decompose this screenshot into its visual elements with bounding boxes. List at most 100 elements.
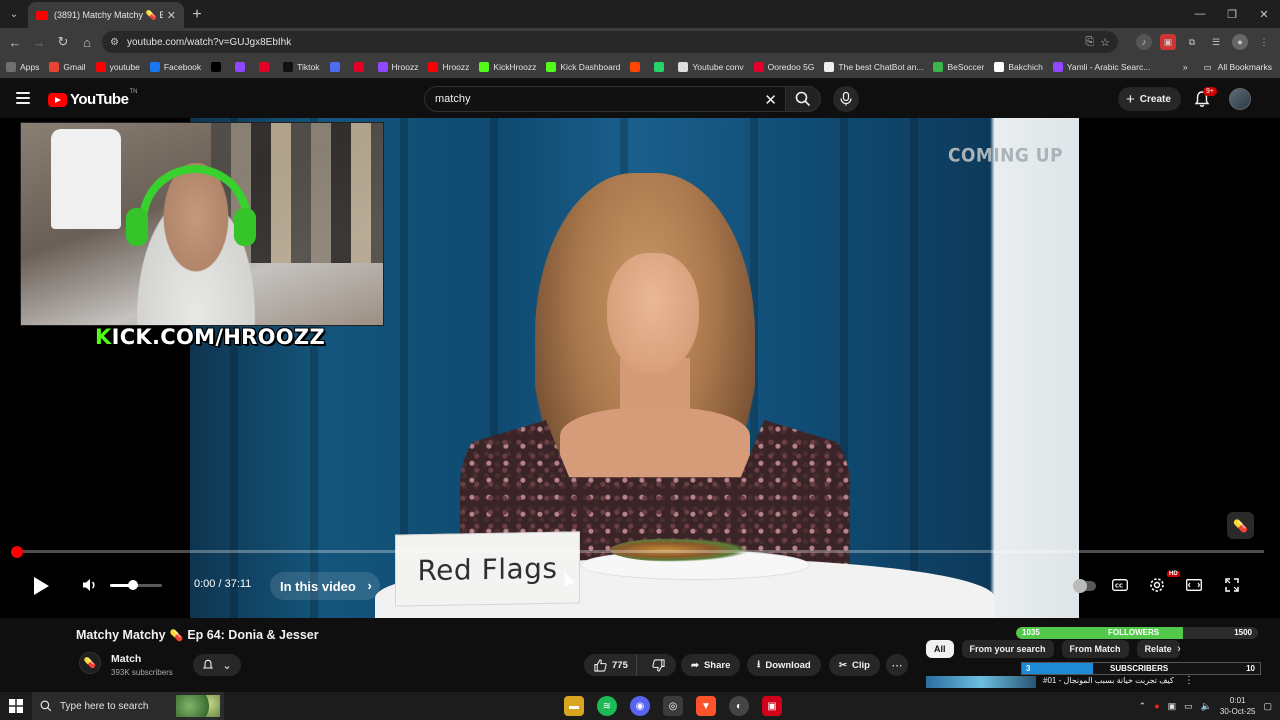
back-icon[interactable]: ← [3,30,27,54]
recommended-title[interactable]: #01 - كيف تجربت خيانة بسبب المونجال [1043,676,1174,685]
search-query[interactable]: matchy [435,93,470,105]
search-input[interactable]: matchy ✕ [424,86,786,112]
bookmark-item[interactable]: Hroozz [377,62,418,72]
extension-music-icon[interactable]: ♪ [1136,34,1152,50]
address-bar[interactable]: ⚙ youtube.com/watch?v=GUJgx8EbIhk ⎘ ☆ [102,31,1118,53]
chips-next-icon[interactable]: › [1170,640,1188,658]
tray-app-icon[interactable]: ▣ [1168,701,1177,712]
chrome-menu-icon[interactable]: ⋮ [1256,34,1272,50]
theater-mode-icon[interactable] [1185,576,1203,594]
bookmark-item[interactable]: Hroozz [428,62,469,72]
reload-icon[interactable]: ↻ [51,30,75,54]
channel-name[interactable]: Match [111,653,141,665]
taskbar-search[interactable]: Type here to search [32,692,224,720]
install-app-icon[interactable]: ⎘ [1085,36,1094,49]
bookmark-item[interactable]: youtube [95,62,140,72]
dislike-button[interactable] [642,658,675,672]
autoplay-toggle[interactable] [1073,579,1096,593]
profile-icon[interactable]: ● [1232,34,1248,50]
bookmark-item[interactable] [211,62,225,72]
file-explorer-icon[interactable]: ▬ [564,696,584,716]
bookmark-item[interactable]: Facebook [149,62,201,72]
url-text[interactable]: youtube.com/watch?v=GUJgx8EbIhk [127,37,291,48]
recommended-video[interactable]: #01 - كيف تجربت خيانة بسبب المونجال ⋮ [926,675,1256,688]
recommended-thumbnail[interactable] [926,676,1036,688]
youtube-logo[interactable]: YouTube TN [48,89,137,108]
channel-watermark-icon[interactable]: 💊 [1227,512,1254,539]
new-tab-button[interactable]: + [184,2,210,28]
bookmark-item[interactable]: Ooredoo 5G [753,62,814,72]
chip-from-match[interactable]: From Match [1061,640,1129,658]
bookmark-item[interactable]: Kick Dashboard [546,62,620,72]
chrome-icon[interactable]: ◎ [663,696,683,716]
play-button[interactable] [28,573,54,599]
discord-icon[interactable]: ◉ [630,696,650,716]
close-window-icon[interactable]: ✕ [1248,0,1280,28]
more-actions-icon[interactable]: ⋯ [886,654,908,676]
voice-search-button[interactable] [833,86,859,112]
create-button[interactable]: + Create [1118,87,1181,111]
restore-icon[interactable]: ❐ [1216,0,1248,28]
channel-avatar[interactable]: 💊 [79,652,101,674]
start-button[interactable] [0,692,32,720]
extensions-puzzle-icon[interactable]: ⧉ [1184,34,1200,50]
tab-close-icon[interactable]: ✕ [167,9,176,22]
bookmark-item[interactable]: Gmail [49,62,86,72]
tab-youtube[interactable]: (3891) Matchy Matchy 💊 Ep 64: Donia & Je… [28,2,184,28]
bookmark-item[interactable] [353,62,368,72]
clock[interactable]: 0:01 30-Oct-25 [1220,695,1256,717]
extension-red-icon[interactable]: ▣ [1160,34,1176,50]
bookmark-item[interactable]: Youtube conv [678,62,744,72]
settings-gear-icon[interactable] [1148,576,1166,594]
bookmark-item[interactable]: Bakchich [994,62,1043,72]
download-button[interactable]: ⭳ Download [747,654,821,676]
bookmark-item[interactable]: BeSoccer [933,62,984,72]
like-button[interactable]: 775 [584,654,637,676]
notifications-center-icon[interactable]: ▢ [1263,701,1272,712]
chapters-button[interactable]: In this video › [270,572,380,600]
bookmark-item[interactable] [630,62,644,72]
all-bookmarks-link[interactable]: All Bookmarks [1218,62,1272,72]
taskbar-search-placeholder[interactable]: Type here to search [60,701,148,712]
spotify-icon[interactable]: ≋ [597,696,617,716]
search-button[interactable] [785,86,821,112]
bookmark-item[interactable] [235,62,249,72]
bookmark-item[interactable]: Yamli - Arabic Searc... [1052,62,1150,72]
mute-button[interactable] [80,575,100,595]
fullscreen-icon[interactable] [1223,576,1241,594]
red-app-icon[interactable]: ▣ [762,696,782,716]
clear-search-icon[interactable]: ✕ [764,91,777,109]
bookmark-item[interactable]: The best ChatBot an... [824,62,923,72]
recording-icon[interactable]: ● [1154,701,1159,711]
bookmark-item[interactable]: KickHroozz [479,62,536,72]
bookmark-item[interactable] [329,62,344,72]
bookmark-item[interactable] [654,62,668,72]
forward-icon[interactable]: → [27,30,51,54]
bookmarks-overflow-icon[interactable]: » [1183,62,1188,72]
brave-icon[interactable]: ▼ [696,696,716,716]
volume-slider[interactable] [110,580,162,590]
bookmark-item[interactable]: Tiktok [283,62,320,72]
speaker-icon[interactable]: 🔈 [1201,701,1212,712]
progress-scrubber[interactable] [11,546,23,558]
guide-menu-icon[interactable] [16,92,30,104]
chip-all[interactable]: All [926,640,954,658]
obs-icon[interactable]: ◐ [729,696,749,716]
bookmark-item[interactable] [259,62,273,72]
reading-list-icon[interactable]: ☰ [1208,34,1224,50]
bookmark-item[interactable]: Apps [6,62,39,72]
clip-button[interactable]: ✂ Clip [829,654,880,676]
minimize-icon[interactable]: — [1184,0,1216,28]
share-button[interactable]: ➦ Share [681,654,741,676]
progress-bar[interactable] [16,550,1264,553]
site-info-icon[interactable]: ⚙ [110,37,119,48]
recommended-menu-icon[interactable]: ⋮ [1184,675,1194,686]
volume-knob[interactable] [128,580,139,590]
video-player[interactable]: Red Flags COMING UP KICK.COM/HROOZZ 💊 0:… [0,118,1280,618]
tray-overflow-icon[interactable]: ⌃ [1139,701,1147,712]
home-icon[interactable]: ⌂ [75,30,99,54]
chip-from-search[interactable]: From your search [961,640,1054,658]
account-avatar[interactable] [1229,88,1251,110]
subscription-bell-button[interactable]: ⌄ [193,654,241,676]
tab-search-icon[interactable]: ⌄ [0,0,28,28]
